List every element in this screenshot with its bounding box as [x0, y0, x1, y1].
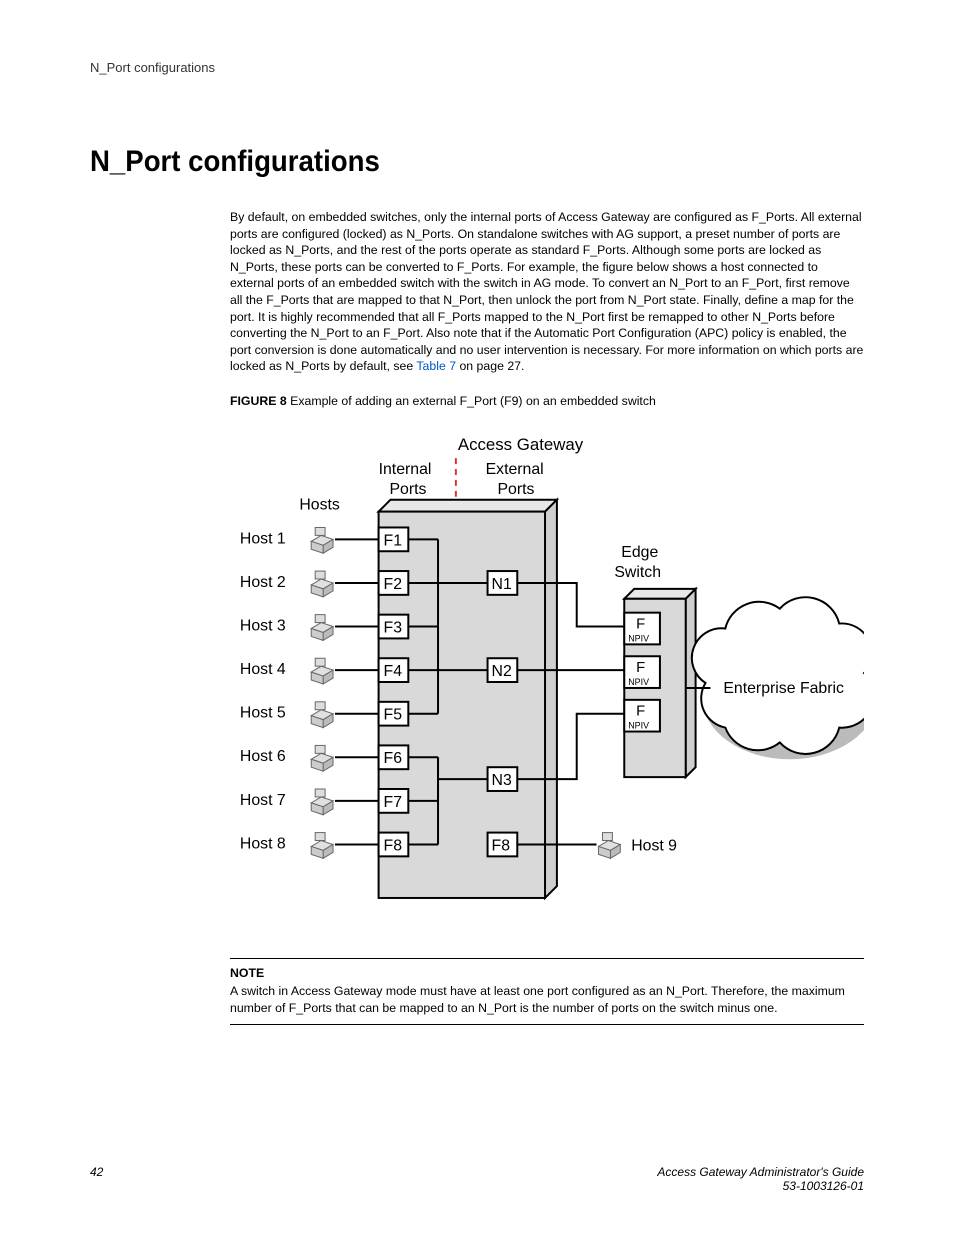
paragraph-text: By default, on embedded switches, only t…	[230, 210, 863, 373]
fport-label: F7	[384, 793, 403, 810]
host-label: Host 5	[240, 704, 286, 721]
edge-label-2: Switch	[614, 564, 661, 581]
footer-docnum: 53-1003126-01	[657, 1179, 864, 1193]
figure: Access Gateway Internal Ports External P…	[230, 428, 864, 938]
fport-label: F2	[384, 575, 403, 592]
host-label: Host 8	[240, 835, 286, 852]
nport-label: N3	[492, 772, 512, 789]
ag-title: Access Gateway	[458, 435, 584, 454]
host-label: Host 1	[240, 530, 286, 547]
fport-label: F3	[384, 619, 403, 636]
fport-label: F8	[384, 837, 403, 854]
npiv-sub: NPIV	[628, 633, 649, 643]
npiv-f: F	[636, 703, 645, 719]
host-label: Host 3	[240, 617, 286, 634]
footer-title: Access Gateway Administrator's Guide	[657, 1165, 864, 1179]
hosts-label: Hosts	[299, 496, 340, 513]
fport-label: F1	[384, 532, 403, 549]
figure-caption: FIGURE 8 Example of adding an external F…	[230, 393, 864, 410]
fabric-label: Enterprise Fabric	[723, 679, 844, 696]
figure-svg: Access Gateway Internal Ports External P…	[230, 428, 864, 938]
host9-label: Host 9	[631, 837, 677, 854]
footer-page-number: 42	[90, 1165, 103, 1193]
external-label-2: Ports	[497, 480, 534, 497]
note-body: A switch in Access Gateway mode must hav…	[230, 984, 845, 1015]
fabric-cloud: Enterprise Fabric	[686, 597, 864, 759]
fport-label: F4	[384, 663, 403, 680]
host-label: Host 7	[240, 791, 286, 808]
running-header: N_Port configurations	[90, 60, 864, 75]
npiv-sub: NPIV	[628, 720, 649, 730]
npiv-f: F	[636, 616, 645, 632]
internal-label-2: Ports	[389, 480, 426, 497]
nport-label: N1	[492, 575, 512, 592]
ext-fport-label: F8	[492, 837, 511, 854]
npiv-sub: NPIV	[628, 677, 649, 687]
note-label: NOTE	[230, 965, 864, 982]
body-paragraph: By default, on embedded switches, only t…	[230, 209, 864, 375]
note-box: NOTE A switch in Access Gateway mode mus…	[230, 958, 864, 1026]
edge-label-1: Edge	[621, 544, 658, 561]
section-title: N_Port configurations	[90, 145, 802, 179]
figure-label: FIGURE 8	[230, 394, 287, 408]
fport-label: F5	[384, 706, 403, 723]
external-label-1: External	[486, 461, 544, 478]
npiv-f: F	[636, 660, 645, 676]
host-label: Host 6	[240, 748, 286, 765]
nport-label: N2	[492, 663, 512, 680]
host-label: Host 4	[240, 661, 286, 678]
figure-caption-text: Example of adding an external F_Port (F9…	[287, 394, 656, 408]
fport-label: F6	[384, 750, 403, 767]
table-link[interactable]: Table 7	[416, 359, 456, 373]
host-label: Host 2	[240, 573, 286, 590]
paragraph-tail: on page 27.	[456, 359, 524, 373]
internal-label-1: Internal	[379, 461, 432, 478]
